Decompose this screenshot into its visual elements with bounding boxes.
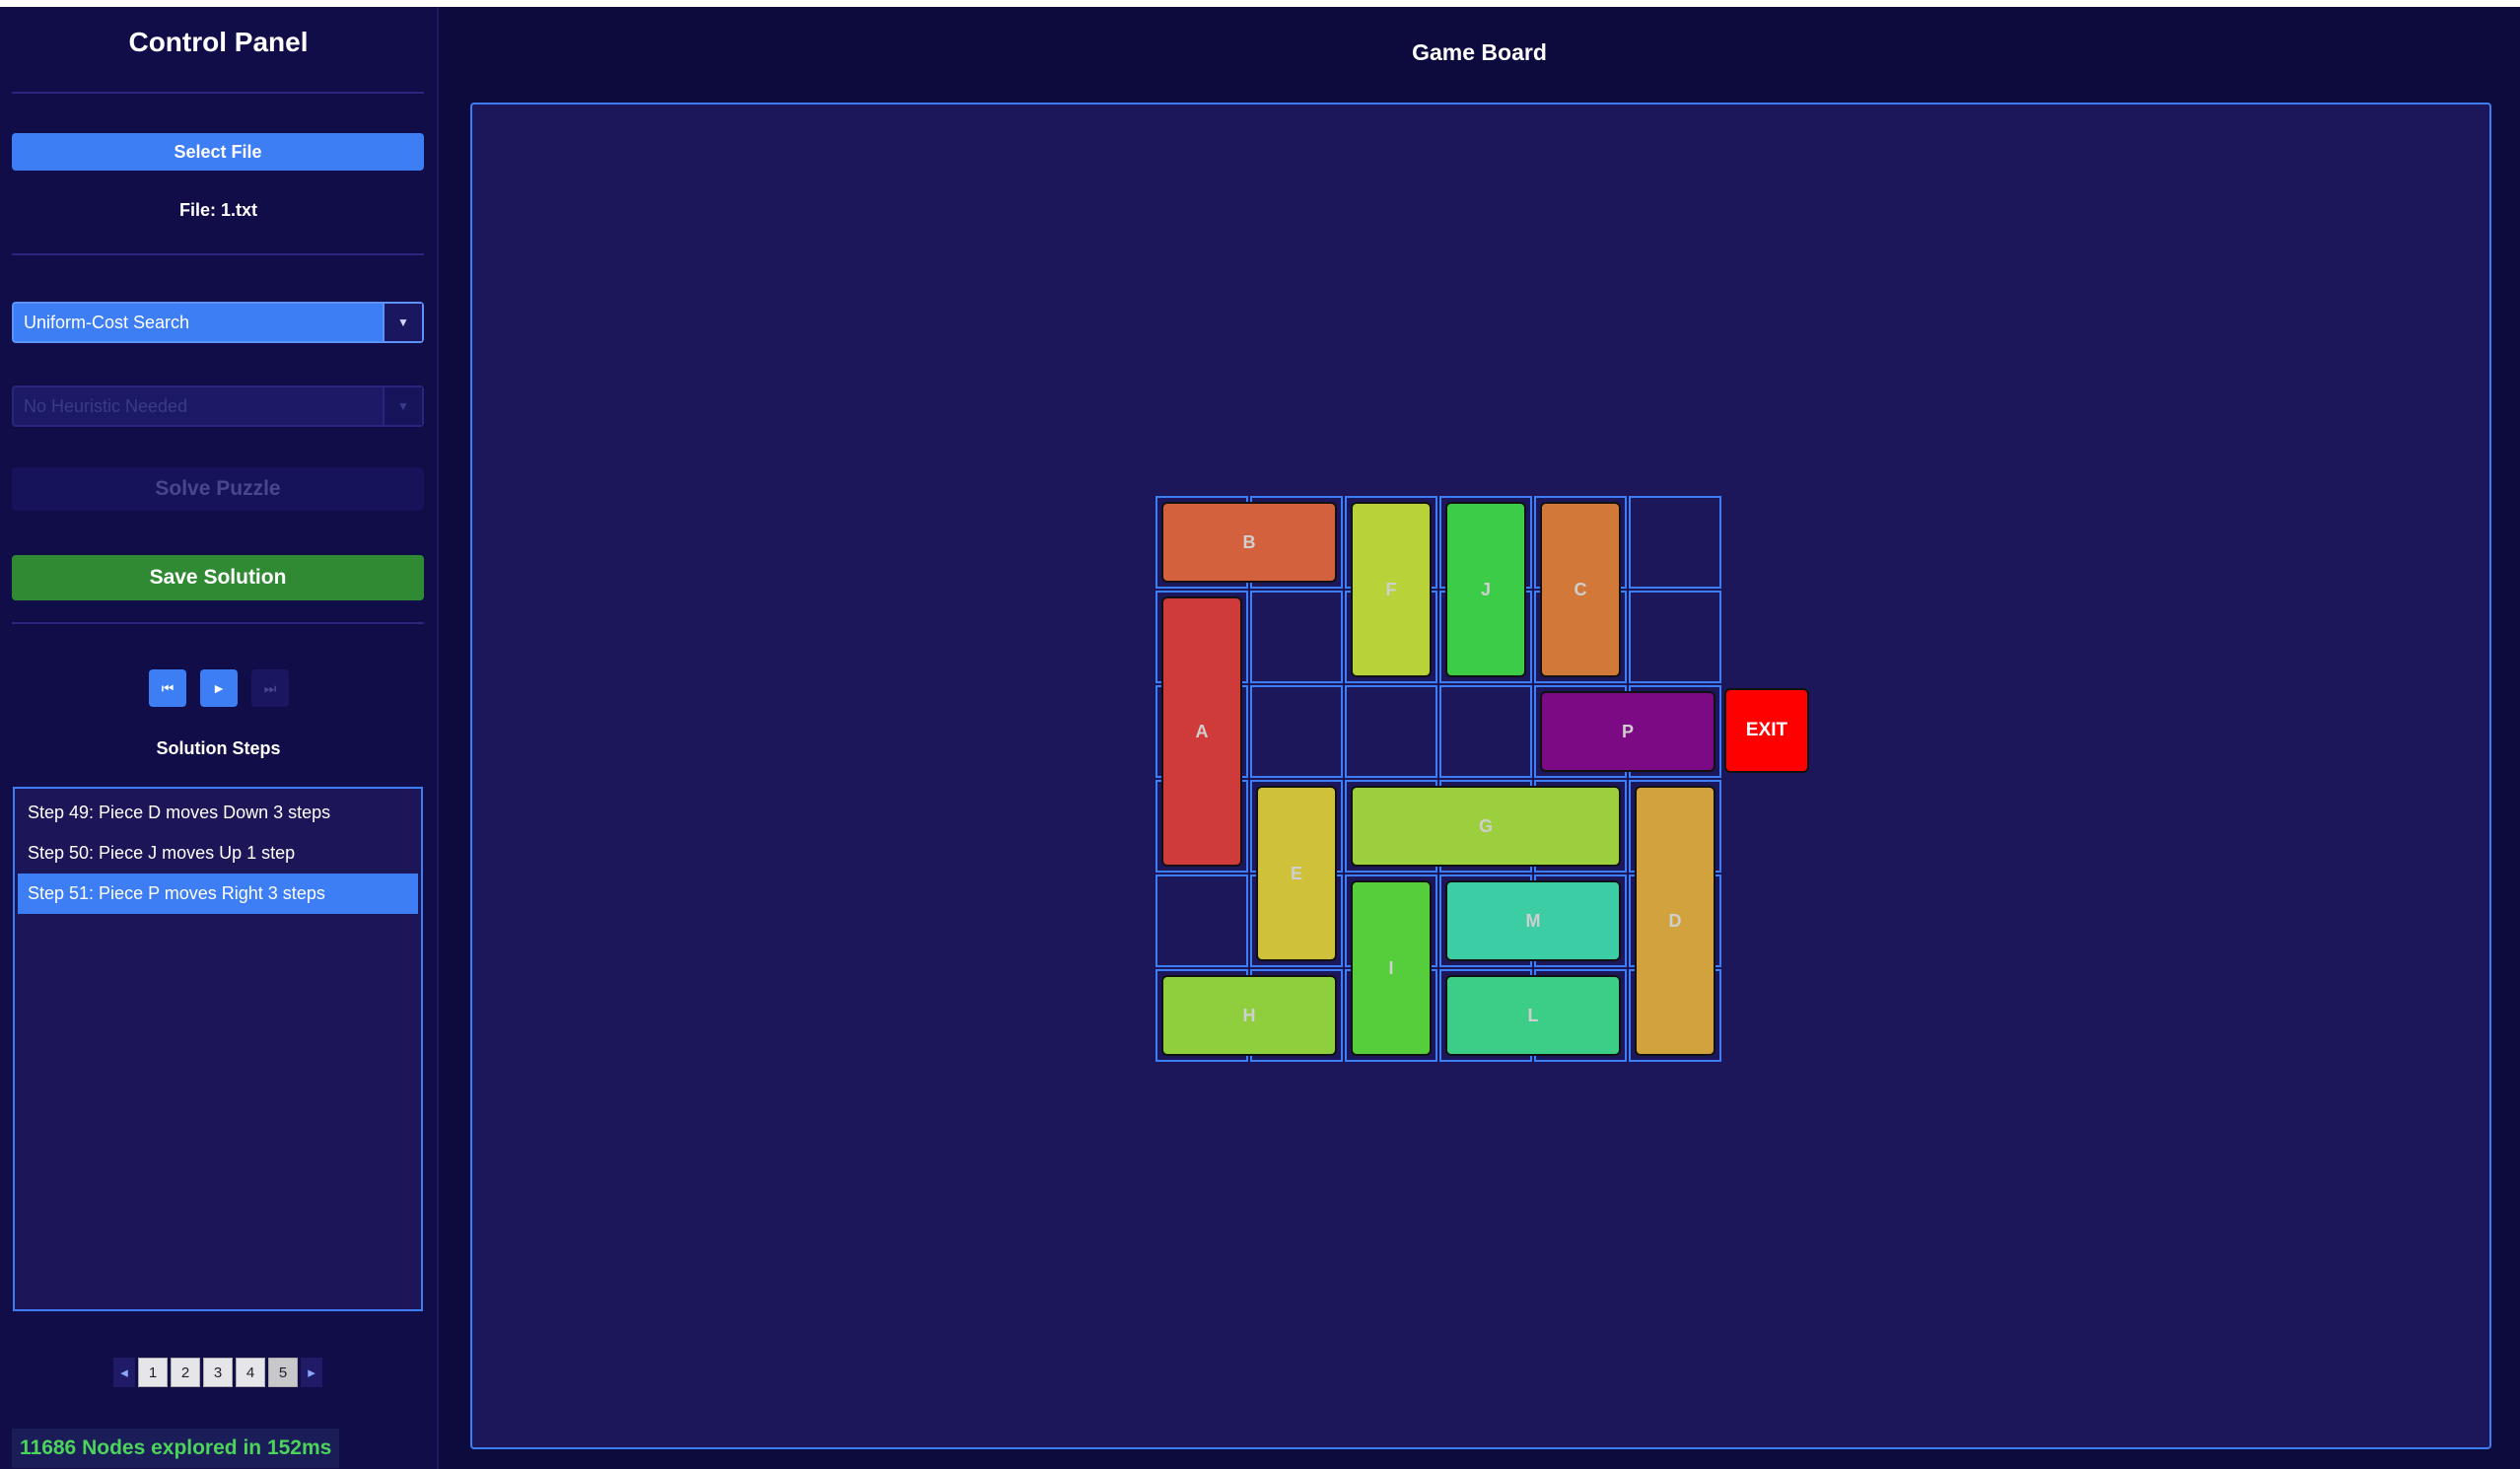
grid-cell	[1439, 685, 1532, 778]
heuristic-select: No Heuristic Needed ▼	[12, 385, 424, 427]
grid-cell	[1250, 591, 1343, 683]
puzzle-piece-h[interactable]: H	[1161, 975, 1337, 1056]
rewind-icon[interactable]: ⏮	[149, 669, 186, 707]
page-button[interactable]: 1	[138, 1358, 168, 1387]
control-panel-title: Control Panel	[128, 27, 309, 57]
solution-step-item[interactable]: Step 51: Piece P moves Right 3 steps	[18, 874, 418, 914]
puzzle-piece-i[interactable]: I	[1351, 880, 1432, 1056]
page-button[interactable]: 2	[171, 1358, 200, 1387]
puzzle-piece-c[interactable]: C	[1540, 502, 1621, 677]
exit-marker: EXIT	[1724, 688, 1809, 773]
solution-step-item[interactable]: Step 50: Piece J moves Up 1 step	[18, 833, 418, 874]
grid-cell	[1629, 591, 1721, 683]
save-solution-button[interactable]: Save Solution	[12, 555, 424, 600]
grid-cell	[1629, 496, 1721, 589]
puzzle-piece-e[interactable]: E	[1256, 786, 1337, 961]
puzzle-piece-d[interactable]: D	[1635, 786, 1715, 1056]
solve-puzzle-button: Solve Puzzle	[12, 467, 424, 511]
game-board-title: Game Board	[1412, 39, 1547, 65]
play-icon[interactable]: ►	[200, 669, 238, 707]
divider	[12, 92, 424, 94]
heuristic-select-value: No Heuristic Needed	[24, 395, 188, 416]
chevron-down-icon: ▼	[383, 387, 422, 425]
window-top-strip	[0, 0, 2520, 7]
algorithm-select-value: Uniform-Cost Search	[24, 312, 190, 332]
algorithm-select[interactable]: Uniform-Cost Search ▼	[12, 302, 424, 343]
grid-cell	[1155, 874, 1248, 967]
puzzle-piece-b[interactable]: B	[1161, 502, 1337, 583]
puzzle-piece-p[interactable]: P	[1540, 691, 1715, 772]
page-button[interactable]: 4	[236, 1358, 265, 1387]
grid-cell	[1250, 685, 1343, 778]
divider	[12, 253, 424, 255]
search-stats: 11686 Nodes explored in 152ms	[12, 1429, 340, 1468]
puzzle-piece-f[interactable]: F	[1351, 502, 1432, 677]
chevron-down-icon[interactable]: ▼	[383, 304, 422, 341]
prev-page-icon[interactable]: ◂	[113, 1358, 135, 1387]
file-name-label: File: 1.txt	[178, 200, 257, 220]
puzzle-piece-g[interactable]: G	[1351, 786, 1621, 867]
solution-step-item[interactable]: Step 49: Piece D moves Down 3 steps	[18, 793, 418, 833]
divider	[12, 622, 424, 624]
puzzle-piece-l[interactable]: L	[1445, 975, 1621, 1056]
grid-cell	[1345, 685, 1437, 778]
puzzle-piece-a[interactable]: A	[1161, 596, 1242, 867]
page-button[interactable]: 3	[203, 1358, 233, 1387]
skip-to-end-icon: ⏭	[251, 669, 289, 707]
control-panel: Control Panel Select File File: 1.txt Un…	[0, 7, 439, 1469]
select-file-button[interactable]: Select File	[12, 133, 424, 171]
solution-steps-list[interactable]: Step 49: Piece D moves Down 3 steps Step …	[13, 787, 423, 1311]
next-page-icon[interactable]: ▸	[301, 1358, 322, 1387]
puzzle-piece-j[interactable]: J	[1445, 502, 1526, 677]
page-button[interactable]: 5	[268, 1358, 298, 1387]
solution-steps-title: Solution Steps	[156, 738, 281, 758]
pagination: ◂ 1 2 3 4 5 ▸	[113, 1358, 325, 1387]
puzzle-piece-m[interactable]: M	[1445, 880, 1621, 961]
